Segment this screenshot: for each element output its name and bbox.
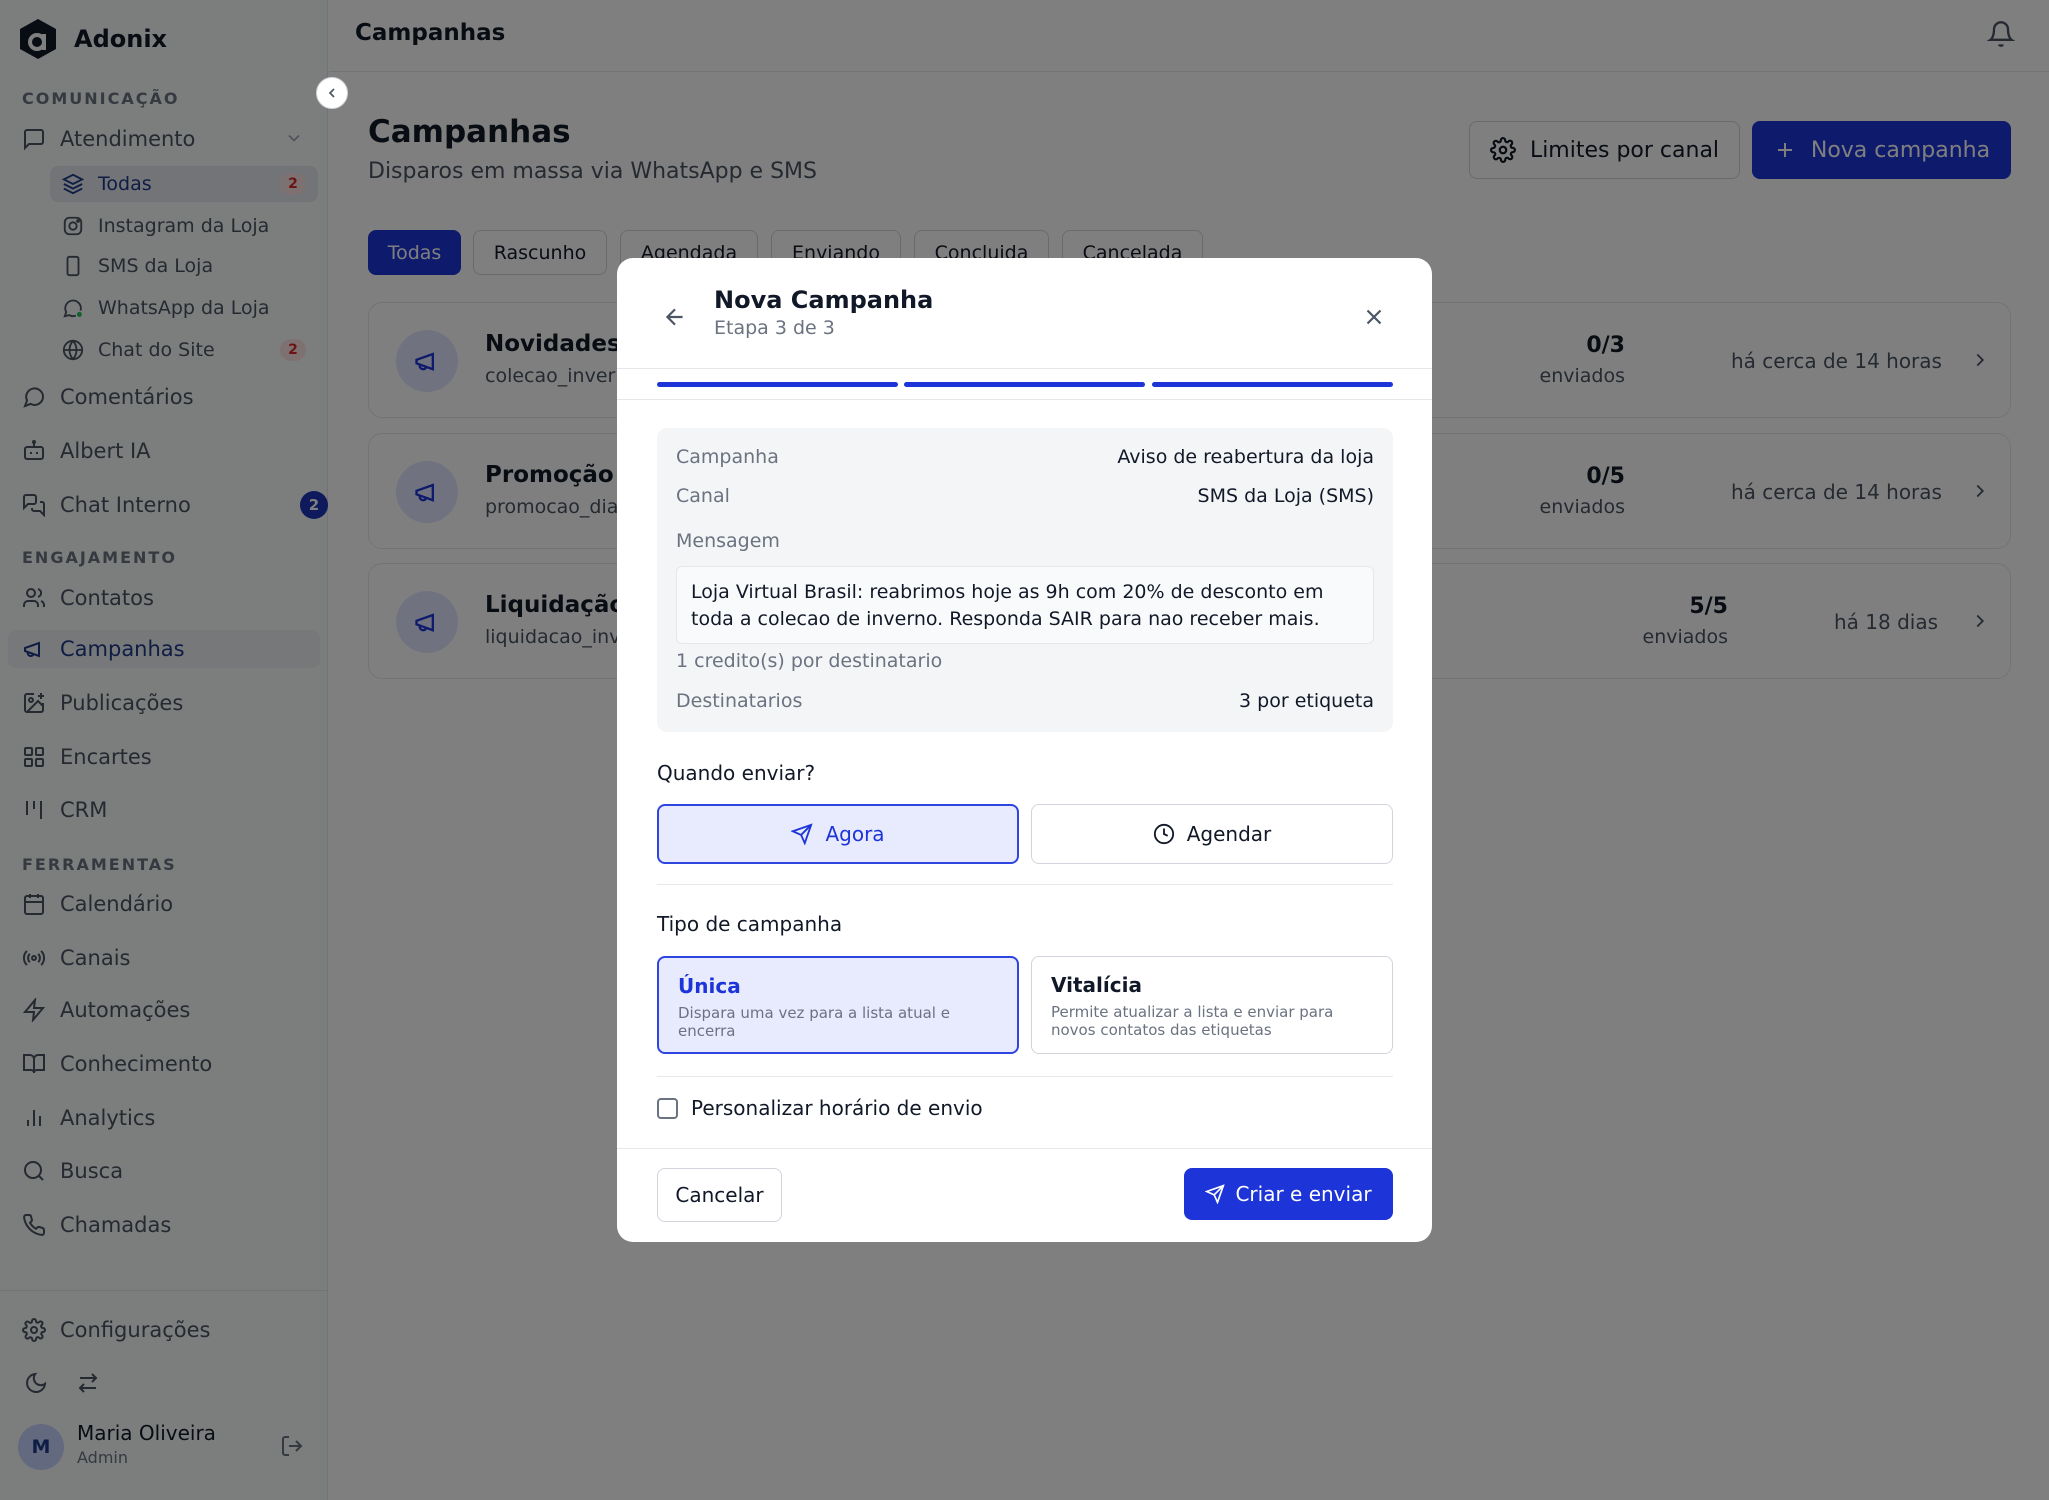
progress-step-1 bbox=[657, 382, 898, 387]
summary-recipients-value: 3 por etiqueta bbox=[1239, 690, 1374, 712]
sidebar-collapse-button[interactable] bbox=[316, 77, 348, 109]
close-icon[interactable] bbox=[1361, 304, 1387, 330]
schedule-option[interactable]: Agendar bbox=[1031, 804, 1393, 864]
progress-step-3 bbox=[1152, 382, 1393, 387]
type-vitalicia-option[interactable]: Vitalícia Permite atualizar a lista e en… bbox=[1031, 956, 1393, 1054]
summary-message-label: Mensagem bbox=[676, 530, 780, 552]
send-now-option[interactable]: Agora bbox=[657, 804, 1019, 864]
type-description: Permite atualizar a lista e enviar para … bbox=[1051, 1003, 1334, 1039]
type-unica-option[interactable]: Única Dispara uma vez para a lista atual… bbox=[657, 956, 1019, 1054]
type-title: Vitalícia bbox=[1051, 973, 1142, 997]
cancel-button[interactable]: Cancelar bbox=[657, 1168, 782, 1222]
modal-title: Nova Campanha bbox=[714, 286, 934, 314]
custom-time-label[interactable]: Personalizar horário de envio bbox=[691, 1096, 983, 1120]
summary-message-text: Loja Virtual Brasil: reabrimos hoje as 9… bbox=[676, 566, 1374, 644]
section-divider bbox=[657, 884, 1393, 885]
campaign-summary: Campanha Aviso de reabertura da loja Can… bbox=[657, 428, 1393, 732]
summary-channel-label: Canal bbox=[676, 485, 730, 507]
type-title: Única bbox=[678, 974, 741, 998]
modal-step: Etapa 3 de 3 bbox=[714, 317, 835, 339]
summary-channel-value: SMS da Loja (SMS) bbox=[1197, 485, 1374, 507]
create-and-send-label: Criar e enviar bbox=[1235, 1182, 1372, 1206]
arrow-left-icon[interactable] bbox=[662, 304, 688, 330]
custom-time-checkbox[interactable] bbox=[657, 1098, 678, 1119]
summary-recipients-label: Destinatarios bbox=[676, 690, 803, 712]
section-divider bbox=[657, 1076, 1393, 1077]
send-icon bbox=[791, 823, 814, 845]
clock-icon bbox=[1153, 823, 1174, 845]
schedule-label: Agendar bbox=[1186, 822, 1272, 846]
when-label: Quando enviar? bbox=[657, 761, 816, 785]
new-campaign-modal: Nova Campanha Etapa 3 de 3 Campanha Avis… bbox=[617, 258, 1432, 1242]
summary-credits: 1 credito(s) por destinatario bbox=[676, 650, 943, 672]
modal-footer-divider bbox=[617, 1148, 1432, 1149]
summary-campaign-value: Aviso de reabertura da loja bbox=[1117, 446, 1374, 468]
type-description: Dispara uma vez para a lista atual e enc… bbox=[678, 1004, 950, 1040]
send-icon bbox=[1205, 1184, 1226, 1204]
chevron-left-icon bbox=[328, 88, 335, 98]
send-now-label: Agora bbox=[825, 822, 885, 846]
create-and-send-button[interactable]: Criar e enviar bbox=[1184, 1168, 1393, 1220]
campaign-type-label: Tipo de campanha bbox=[657, 912, 843, 936]
progress-divider bbox=[617, 399, 1432, 400]
modal-header-divider bbox=[617, 368, 1432, 369]
summary-campaign-label: Campanha bbox=[676, 446, 779, 468]
progress-step-2 bbox=[904, 382, 1145, 387]
